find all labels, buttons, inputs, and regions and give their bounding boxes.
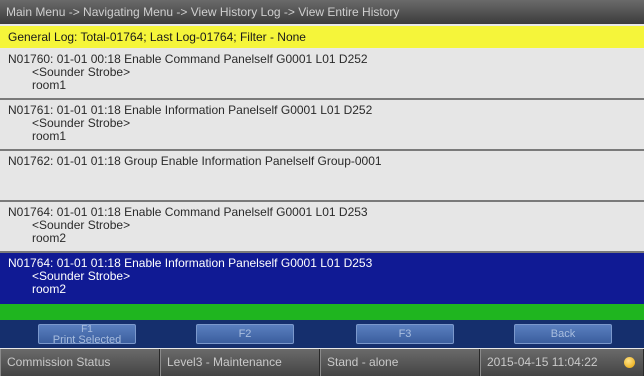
network-mode: Stand - alone (320, 349, 480, 376)
datetime-segment: 2015-04-15 11:04:22 (480, 349, 644, 376)
log-entry-location: room2 (32, 282, 67, 296)
f3-button[interactable]: F3 (356, 324, 454, 344)
log-entry-device: <Sounder Strobe> (32, 218, 131, 232)
datetime: 2015-04-15 11:04:22 (487, 355, 598, 369)
log-entry-location: room2 (32, 231, 67, 245)
status-led-icon (624, 357, 635, 368)
print-selected-button[interactable]: F1 Print Selected (38, 324, 136, 346)
log-entry[interactable]: N01761: 01-01 01:18 Enable Information P… (0, 100, 644, 151)
breadcrumb: Main Menu -> Navigating Menu -> View His… (0, 0, 644, 24)
print-selected-label: Print Selected (52, 334, 122, 346)
function-key-bar: F1 Print Selected F2 F3 Back (0, 320, 644, 348)
f2-button[interactable]: F2 (196, 324, 294, 344)
log-entry-location: room1 (32, 78, 67, 92)
log-entry-selected[interactable]: N01764: 01-01 01:18 Enable Information P… (0, 253, 644, 304)
status-bar: Commission Status Level3 - Maintenance S… (0, 349, 644, 376)
log-summary: General Log: Total-01764; Last Log-01764… (0, 26, 644, 48)
log-entry-device: <Sounder Strobe> (32, 65, 131, 79)
log-entry-location: room1 (32, 129, 67, 143)
log-entry[interactable]: N01764: 01-01 01:18 Enable Command Panel… (0, 202, 644, 253)
back-button[interactable]: Back (514, 324, 612, 344)
log-entry[interactable]: N01762: 01-01 01:18 Group Enable Informa… (0, 151, 644, 202)
log-entry-line: N01762: 01-01 01:18 Group Enable Informa… (8, 154, 382, 168)
log-list: N01760: 01-01 00:18 Enable Command Panel… (0, 49, 644, 304)
log-entry[interactable]: N01760: 01-01 00:18 Enable Command Panel… (0, 49, 644, 100)
access-level: Level3 - Maintenance (160, 349, 320, 376)
log-entry-device: <Sounder Strobe> (32, 116, 131, 130)
screen: Main Menu -> Navigating Menu -> View His… (0, 0, 644, 376)
commission-status: Commission Status (0, 349, 160, 376)
status-indicator-bar (0, 304, 644, 320)
log-entry-device: <Sounder Strobe> (32, 269, 131, 283)
